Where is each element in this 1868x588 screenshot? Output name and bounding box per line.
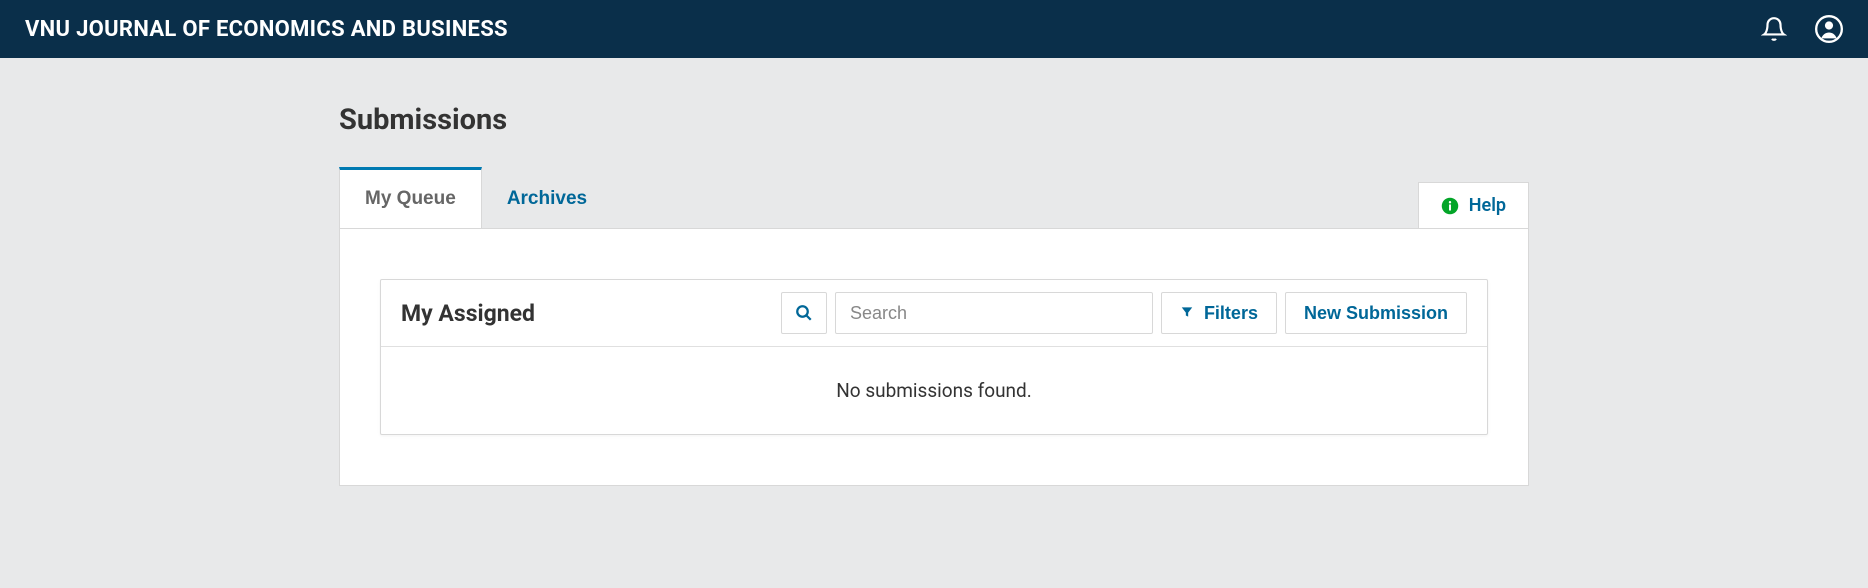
panel-controls: Filters New Submission	[781, 292, 1467, 334]
page-title: Submissions	[339, 103, 1529, 137]
panel-box: My Assigned	[380, 279, 1488, 435]
page-content: Submissions My Queue Archives Help My As…	[309, 103, 1559, 486]
filters-button[interactable]: Filters	[1161, 292, 1277, 334]
info-icon	[1441, 197, 1459, 215]
app-header: VNU JOURNAL OF ECONOMICS AND BUSINESS	[0, 0, 1868, 58]
help-label: Help	[1469, 195, 1506, 216]
tab-archives[interactable]: Archives	[482, 170, 612, 228]
panel-header: My Assigned	[381, 280, 1487, 347]
search-input[interactable]	[835, 292, 1153, 334]
new-submission-label: New Submission	[1304, 303, 1448, 324]
new-submission-button[interactable]: New Submission	[1285, 292, 1467, 334]
header-icons	[1761, 15, 1843, 43]
search-icon[interactable]	[781, 292, 827, 334]
app-title: VNU JOURNAL OF ECONOMICS AND BUSINESS	[25, 17, 508, 42]
filter-icon	[1180, 303, 1194, 324]
bell-icon[interactable]	[1761, 16, 1787, 42]
tab-my-queue[interactable]: My Queue	[339, 167, 482, 228]
panel-title: My Assigned	[401, 300, 535, 327]
user-icon[interactable]	[1815, 15, 1843, 43]
tab-panel: My Assigned	[339, 228, 1529, 486]
tabs-row: My Queue Archives Help	[339, 167, 1529, 228]
help-button[interactable]: Help	[1418, 182, 1529, 228]
empty-message: No submissions found.	[381, 347, 1487, 434]
filters-label: Filters	[1204, 303, 1258, 324]
